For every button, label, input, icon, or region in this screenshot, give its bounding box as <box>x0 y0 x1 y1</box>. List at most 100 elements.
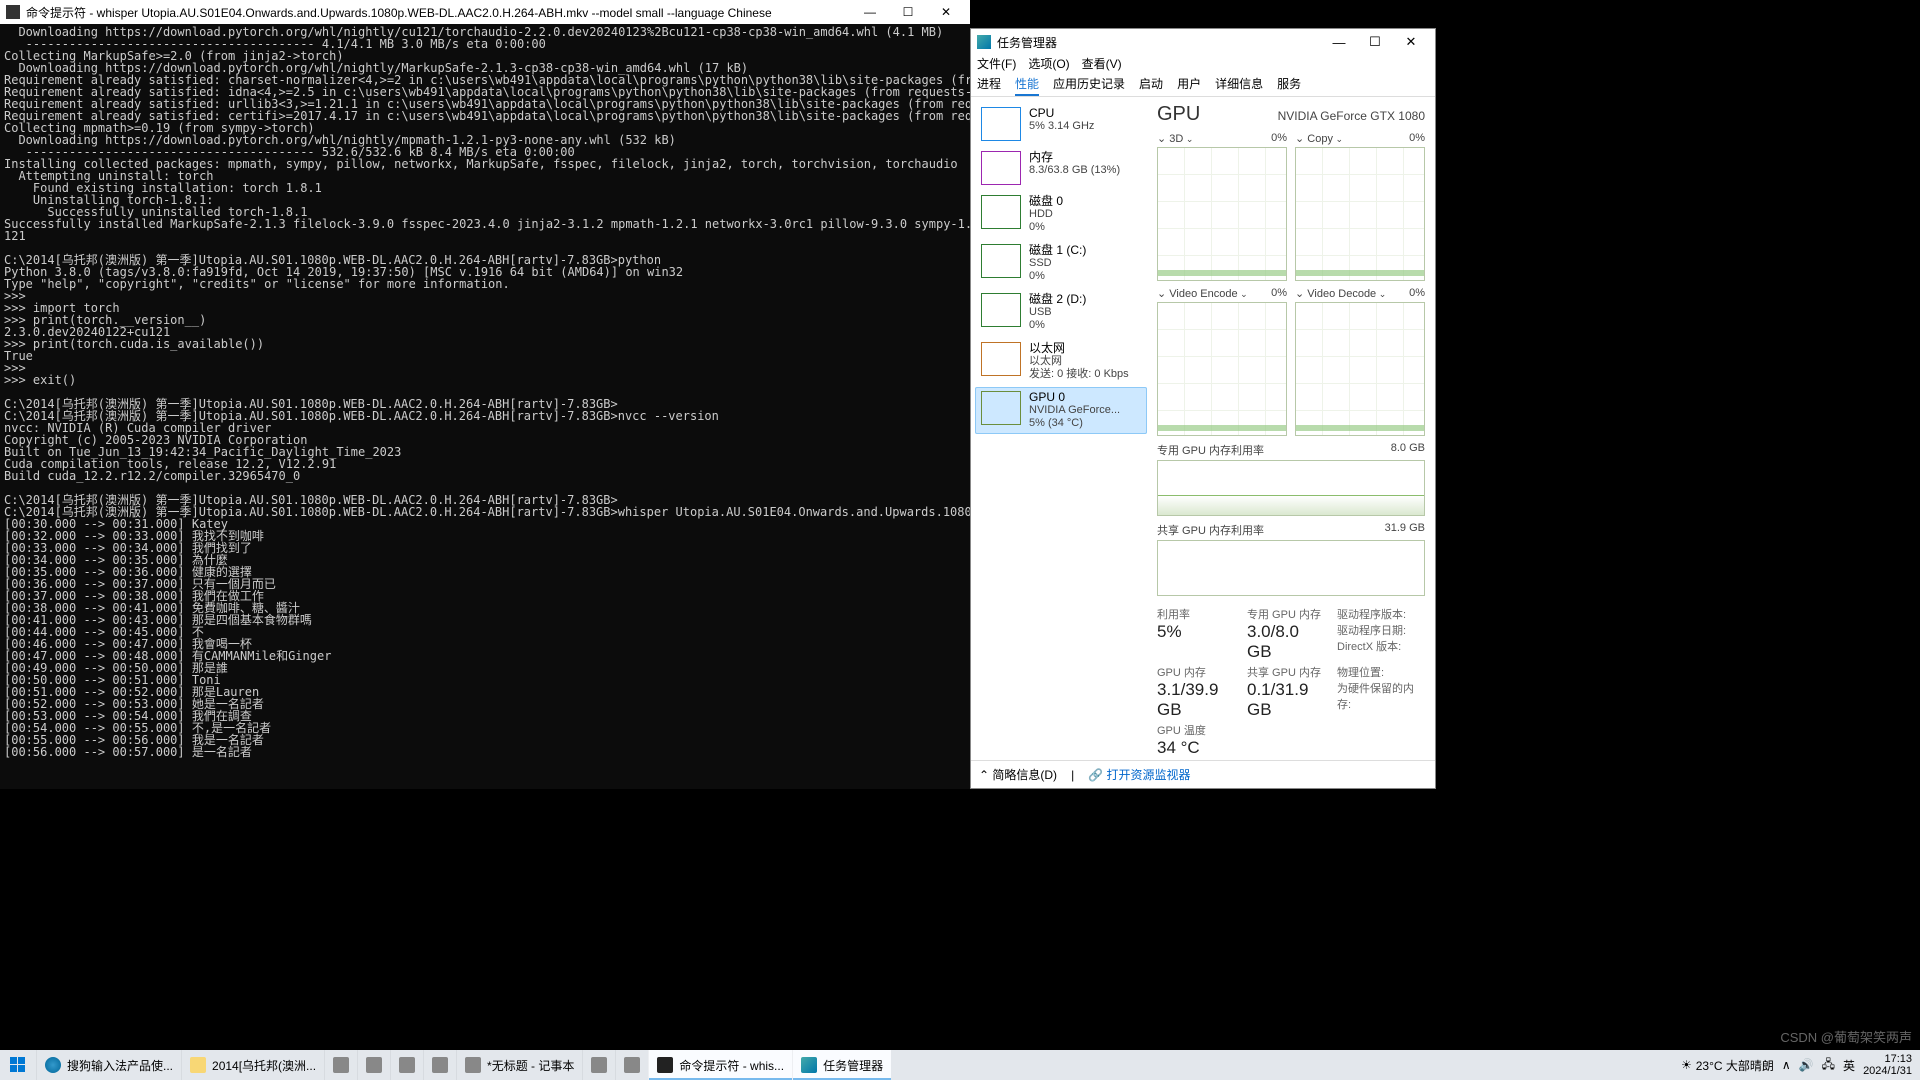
chart-label[interactable]: ⌄ Video Decode <box>1295 287 1386 300</box>
open-resource-monitor-link[interactable]: 🔗 打开资源监视器 <box>1088 766 1190 783</box>
sh-label: 共享 GPU 内存 <box>1247 664 1327 680</box>
task-manager-icon <box>977 35 991 49</box>
tab-services[interactable]: 服务 <box>1277 75 1301 96</box>
tab-processes[interactable]: 进程 <box>977 75 1001 96</box>
tray-expand-icon[interactable]: ∧ <box>1782 1058 1791 1072</box>
sidebar-item-name: 磁盘 2 (D:) <box>1029 293 1086 306</box>
taskbar-item-label: 命令提示符 - whis... <box>679 1057 784 1074</box>
maximize-button[interactable]: ☐ <box>1357 29 1393 55</box>
reserved-label: 为硬件保留的内存: <box>1337 680 1425 712</box>
chart-label[interactable]: ⌄ Video Encode <box>1157 287 1248 300</box>
task-manager-window: 任务管理器 — ☐ ✕ 文件(F) 选项(O) 查看(V) 进程 性能 应用历史… <box>970 28 1436 789</box>
start-button[interactable] <box>0 1050 36 1080</box>
mini-chart <box>981 195 1021 229</box>
chart-label[interactable]: ⌄ Copy <box>1295 132 1343 145</box>
taskbar-item[interactable] <box>615 1050 648 1080</box>
tab-startup[interactable]: 启动 <box>1139 75 1163 96</box>
drv-version-label: 驱动程序版本: <box>1337 606 1425 622</box>
sidebar-item--0[interactable]: 磁盘 0HDD 0% <box>975 191 1147 238</box>
minimize-button[interactable]: — <box>1321 29 1357 55</box>
watermark: CSDN @葡萄架笑两声 <box>1780 1027 1912 1046</box>
close-button[interactable]: ✕ <box>928 5 964 19</box>
location-label: 物理位置: <box>1337 664 1425 680</box>
chart-pct: 0% <box>1409 132 1425 145</box>
taskbar-item[interactable] <box>423 1050 456 1080</box>
menu-view[interactable]: 查看(V) <box>1082 55 1122 75</box>
tab-users[interactable]: 用户 <box>1177 75 1201 96</box>
taskbar-item[interactable]: 搜狗输入法产品使... <box>36 1050 181 1080</box>
taskbar-item-label: 搜狗输入法产品使... <box>67 1057 173 1074</box>
mini-chart <box>981 391 1021 425</box>
sidebar-item-cpu[interactable]: CPU5% 3.14 GHz <box>975 103 1147 145</box>
taskbar-item-label: 任务管理器 <box>823 1057 883 1074</box>
tab-details[interactable]: 详细信息 <box>1215 75 1263 96</box>
sidebar-item-sub: 以太网 发送: 0 接收: 0 Kbps <box>1029 355 1129 381</box>
ime-icon[interactable]: 英 <box>1843 1057 1855 1074</box>
tab-bar: 进程 性能 应用历史记录 启动 用户 详细信息 服务 <box>971 75 1435 97</box>
task-manager-footer: 简略信息(D) | 🔗 打开资源监视器 <box>971 760 1435 788</box>
sidebar-item-name: 以太网 <box>1029 342 1129 355</box>
taskbar: 搜狗输入法产品使... 2014[乌托邦(澳洲... *无标题 - 记事本 命令提示符… <box>0 1050 1920 1080</box>
taskbar-item[interactable] <box>324 1050 357 1080</box>
app-icon <box>190 1057 206 1073</box>
gpu-chart[interactable] <box>1157 302 1287 436</box>
shared-mem-max: 31.9 GB <box>1385 522 1425 538</box>
maximize-button[interactable]: ☐ <box>890 5 926 19</box>
shared-mem-label: 共享 GPU 内存利用率 <box>1157 522 1264 538</box>
app-icon <box>657 1057 673 1073</box>
chart-label[interactable]: ⌄ 3D <box>1157 132 1193 145</box>
sidebar-item--2-d-[interactable]: 磁盘 2 (D:)USB 0% <box>975 289 1147 336</box>
gpu-chart[interactable] <box>1295 302 1425 436</box>
minimize-button[interactable]: — <box>852 5 888 19</box>
sidebar-item-sub: SSD 0% <box>1029 257 1086 283</box>
menu-file[interactable]: 文件(F) <box>977 55 1016 75</box>
mini-chart <box>981 151 1021 185</box>
app-icon <box>432 1057 448 1073</box>
terminal-titlebar[interactable]: 命令提示符 - whisper Utopia.AU.S01E04.Onwards… <box>0 0 970 24</box>
fewer-details-toggle[interactable]: 简略信息(D) <box>979 766 1057 783</box>
taskbar-item[interactable] <box>582 1050 615 1080</box>
temp-value: 34 °C <box>1157 738 1237 758</box>
sidebar-item--1-c-[interactable]: 磁盘 1 (C:)SSD 0% <box>975 240 1147 287</box>
app-icon <box>624 1057 640 1073</box>
sidebar-item-sub: NVIDIA GeForce... 5% (34 °C) <box>1029 404 1120 430</box>
taskbar-item[interactable]: 任务管理器 <box>792 1050 891 1080</box>
taskbar-item[interactable] <box>390 1050 423 1080</box>
taskbar-item[interactable]: *无标题 - 记事本 <box>456 1050 582 1080</box>
dedicated-mem-chart[interactable] <box>1157 460 1425 516</box>
taskbar-item[interactable]: 2014[乌托邦(澳洲... <box>181 1050 324 1080</box>
terminal-output[interactable]: Downloading https://download.pytorch.org… <box>0 24 970 760</box>
sh-value: 0.1/31.9 GB <box>1247 680 1327 720</box>
menu-options[interactable]: 选项(O) <box>1028 55 1069 75</box>
sidebar-item-sub: HDD 0% <box>1029 208 1063 234</box>
sidebar-item--[interactable]: 内存8.3/63.8 GB (13%) <box>975 147 1147 189</box>
taskbar-item[interactable]: 命令提示符 - whis... <box>648 1050 792 1080</box>
chart-pct: 0% <box>1271 287 1287 300</box>
sidebar-item--[interactable]: 以太网以太网 发送: 0 接收: 0 Kbps <box>975 338 1147 385</box>
volume-icon[interactable]: 🔊 <box>1799 1058 1814 1072</box>
clock[interactable]: 17:132024/1/31 <box>1863 1053 1912 1077</box>
tab-performance[interactable]: 性能 <box>1015 75 1039 96</box>
sidebar-item-gpu-0[interactable]: GPU 0NVIDIA GeForce... 5% (34 °C) <box>975 387 1147 434</box>
tab-history[interactable]: 应用历史记录 <box>1053 75 1125 96</box>
app-icon <box>333 1057 349 1073</box>
terminal-window: 命令提示符 - whisper Utopia.AU.S01E04.Onwards… <box>0 0 970 789</box>
task-manager-titlebar[interactable]: 任务管理器 — ☐ ✕ <box>971 29 1435 55</box>
sidebar-item-sub: USB 0% <box>1029 306 1086 332</box>
gpu-chart[interactable] <box>1295 147 1425 281</box>
taskbar-item[interactable] <box>357 1050 390 1080</box>
sidebar-item-name: CPU <box>1029 107 1094 120</box>
terminal-title: 命令提示符 - whisper Utopia.AU.S01E04.Onwards… <box>26 4 772 21</box>
close-button[interactable]: ✕ <box>1393 29 1429 55</box>
util-value: 5% <box>1157 622 1237 642</box>
sidebar-item-sub: 8.3/63.8 GB (13%) <box>1029 164 1120 177</box>
cmd-icon <box>6 5 20 19</box>
dedicated-mem-max: 8.0 GB <box>1391 442 1425 458</box>
mini-chart <box>981 107 1021 141</box>
chart-pct: 0% <box>1409 287 1425 300</box>
gpu-chart[interactable] <box>1157 147 1287 281</box>
network-icon[interactable]: 🖧 <box>1822 1055 1835 1076</box>
gpumem-label: GPU 内存 <box>1157 664 1237 680</box>
shared-mem-chart[interactable] <box>1157 540 1425 596</box>
weather-widget[interactable]: ☀ 23°C 大部晴朗 <box>1681 1057 1774 1074</box>
